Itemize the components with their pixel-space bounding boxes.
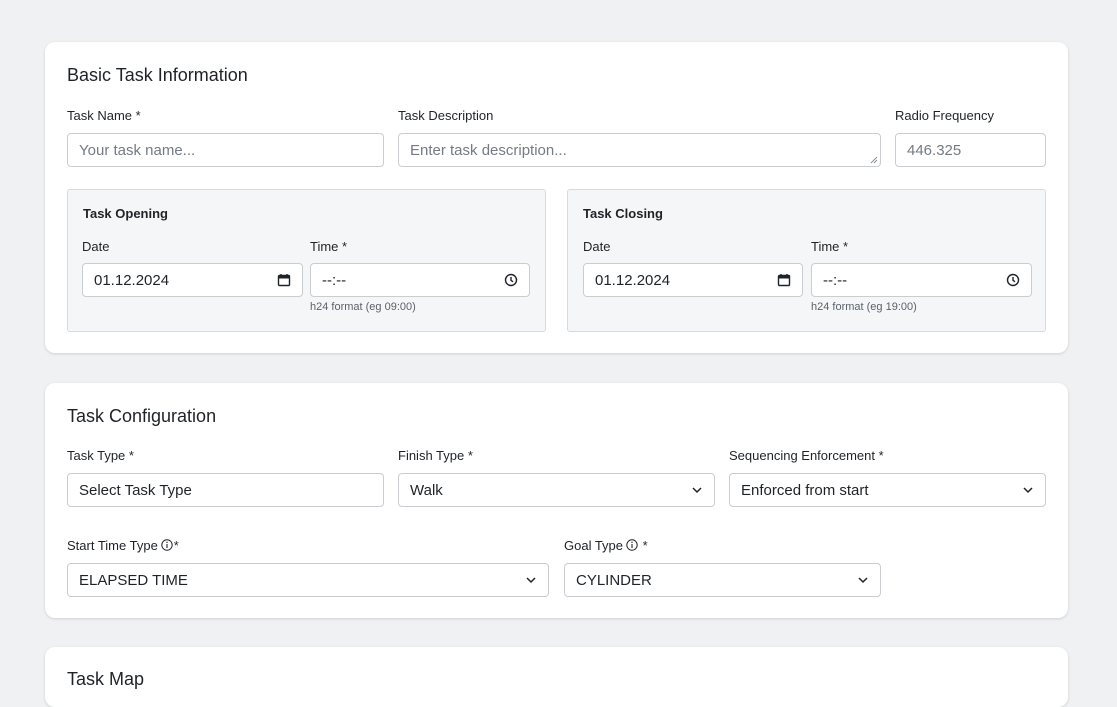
task-closing-panel: Task Closing Date 01.12.2024 Time * --:-… (567, 189, 1046, 332)
opening-time-label: Time * (310, 239, 348, 254)
clock-icon[interactable] (504, 273, 518, 287)
task-configuration-card: Task Configuration Task Type * Select Ta… (45, 383, 1068, 618)
task-description-label: Task Description (398, 108, 494, 123)
closing-time-hint: h24 format (eg 19:00) (811, 301, 917, 313)
finish-type-label: Finish Type * (398, 448, 473, 463)
closing-time-value: --:-- (823, 271, 848, 289)
goal-type-select[interactable]: CYLINDER (564, 563, 881, 597)
opening-time-hint: h24 format (eg 09:00) (310, 301, 416, 313)
start-time-type-select[interactable]: ELAPSED TIME (67, 563, 549, 597)
sequencing-enforcement-select[interactable]: Enforced from start (729, 473, 1046, 507)
chevron-down-icon (858, 577, 868, 584)
closing-date-value: 01.12.2024 (595, 271, 671, 289)
info-icon[interactable] (626, 539, 638, 551)
clock-icon[interactable] (1006, 273, 1020, 287)
resize-handle-icon[interactable] (870, 156, 878, 164)
goal-type-label-text: Goal Type (564, 538, 624, 553)
chevron-down-icon (692, 487, 702, 494)
calendar-icon[interactable] (777, 273, 791, 287)
sequencing-enforcement-label: Sequencing Enforcement * (729, 448, 884, 463)
chevron-down-icon (526, 577, 536, 584)
opening-time-value: --:-- (322, 271, 347, 289)
opening-time-input[interactable]: --:-- (310, 263, 530, 297)
closing-time-input[interactable]: --:-- (811, 263, 1032, 297)
goal-type-label: Goal Type * (564, 538, 648, 553)
sequencing-enforcement-value: Enforced from start (741, 481, 869, 499)
info-icon[interactable] (161, 539, 173, 551)
task-description-placeholder: Enter task description... (410, 141, 567, 159)
task-type-label: Task Type * (67, 448, 134, 463)
start-time-type-label: Start Time Type * (67, 538, 179, 553)
opening-date-input[interactable]: 01.12.2024 (82, 263, 303, 297)
opening-date-label: Date (82, 239, 110, 254)
goal-type-required: * (639, 538, 648, 553)
start-time-type-label-text: Start Time Type (67, 538, 158, 553)
chevron-down-icon (1023, 487, 1033, 494)
start-time-type-required: * (173, 538, 179, 553)
radio-frequency-label: Radio Frequency (895, 108, 994, 123)
basic-task-information-title: Basic Task Information (67, 65, 248, 85)
task-description-textarea[interactable]: Enter task description... (398, 133, 881, 167)
task-configuration-title: Task Configuration (67, 406, 217, 426)
calendar-icon[interactable] (277, 273, 291, 287)
finish-type-value: Walk (410, 481, 443, 499)
task-type-select[interactable]: Select Task Type (67, 473, 384, 507)
closing-time-label: Time * (811, 239, 849, 254)
goal-type-value: CYLINDER (576, 571, 652, 589)
task-closing-title: Task Closing (583, 206, 663, 221)
closing-date-label: Date (583, 239, 611, 254)
task-name-label: Task Name * (67, 108, 141, 123)
task-opening-title: Task Opening (83, 206, 168, 221)
finish-type-select[interactable]: Walk (398, 473, 715, 507)
opening-date-value: 01.12.2024 (94, 271, 170, 289)
task-name-input[interactable]: Your task name... (67, 133, 384, 167)
task-map-card: Task Map (45, 647, 1068, 707)
closing-date-input[interactable]: 01.12.2024 (583, 263, 803, 297)
start-time-type-value: ELAPSED TIME (79, 571, 188, 589)
basic-task-information-card: Basic Task Information Task Name * Your … (45, 42, 1068, 353)
task-opening-panel: Task Opening Date 01.12.2024 Time * --:-… (67, 189, 546, 332)
radio-frequency-input[interactable]: 446.325 (895, 133, 1046, 167)
